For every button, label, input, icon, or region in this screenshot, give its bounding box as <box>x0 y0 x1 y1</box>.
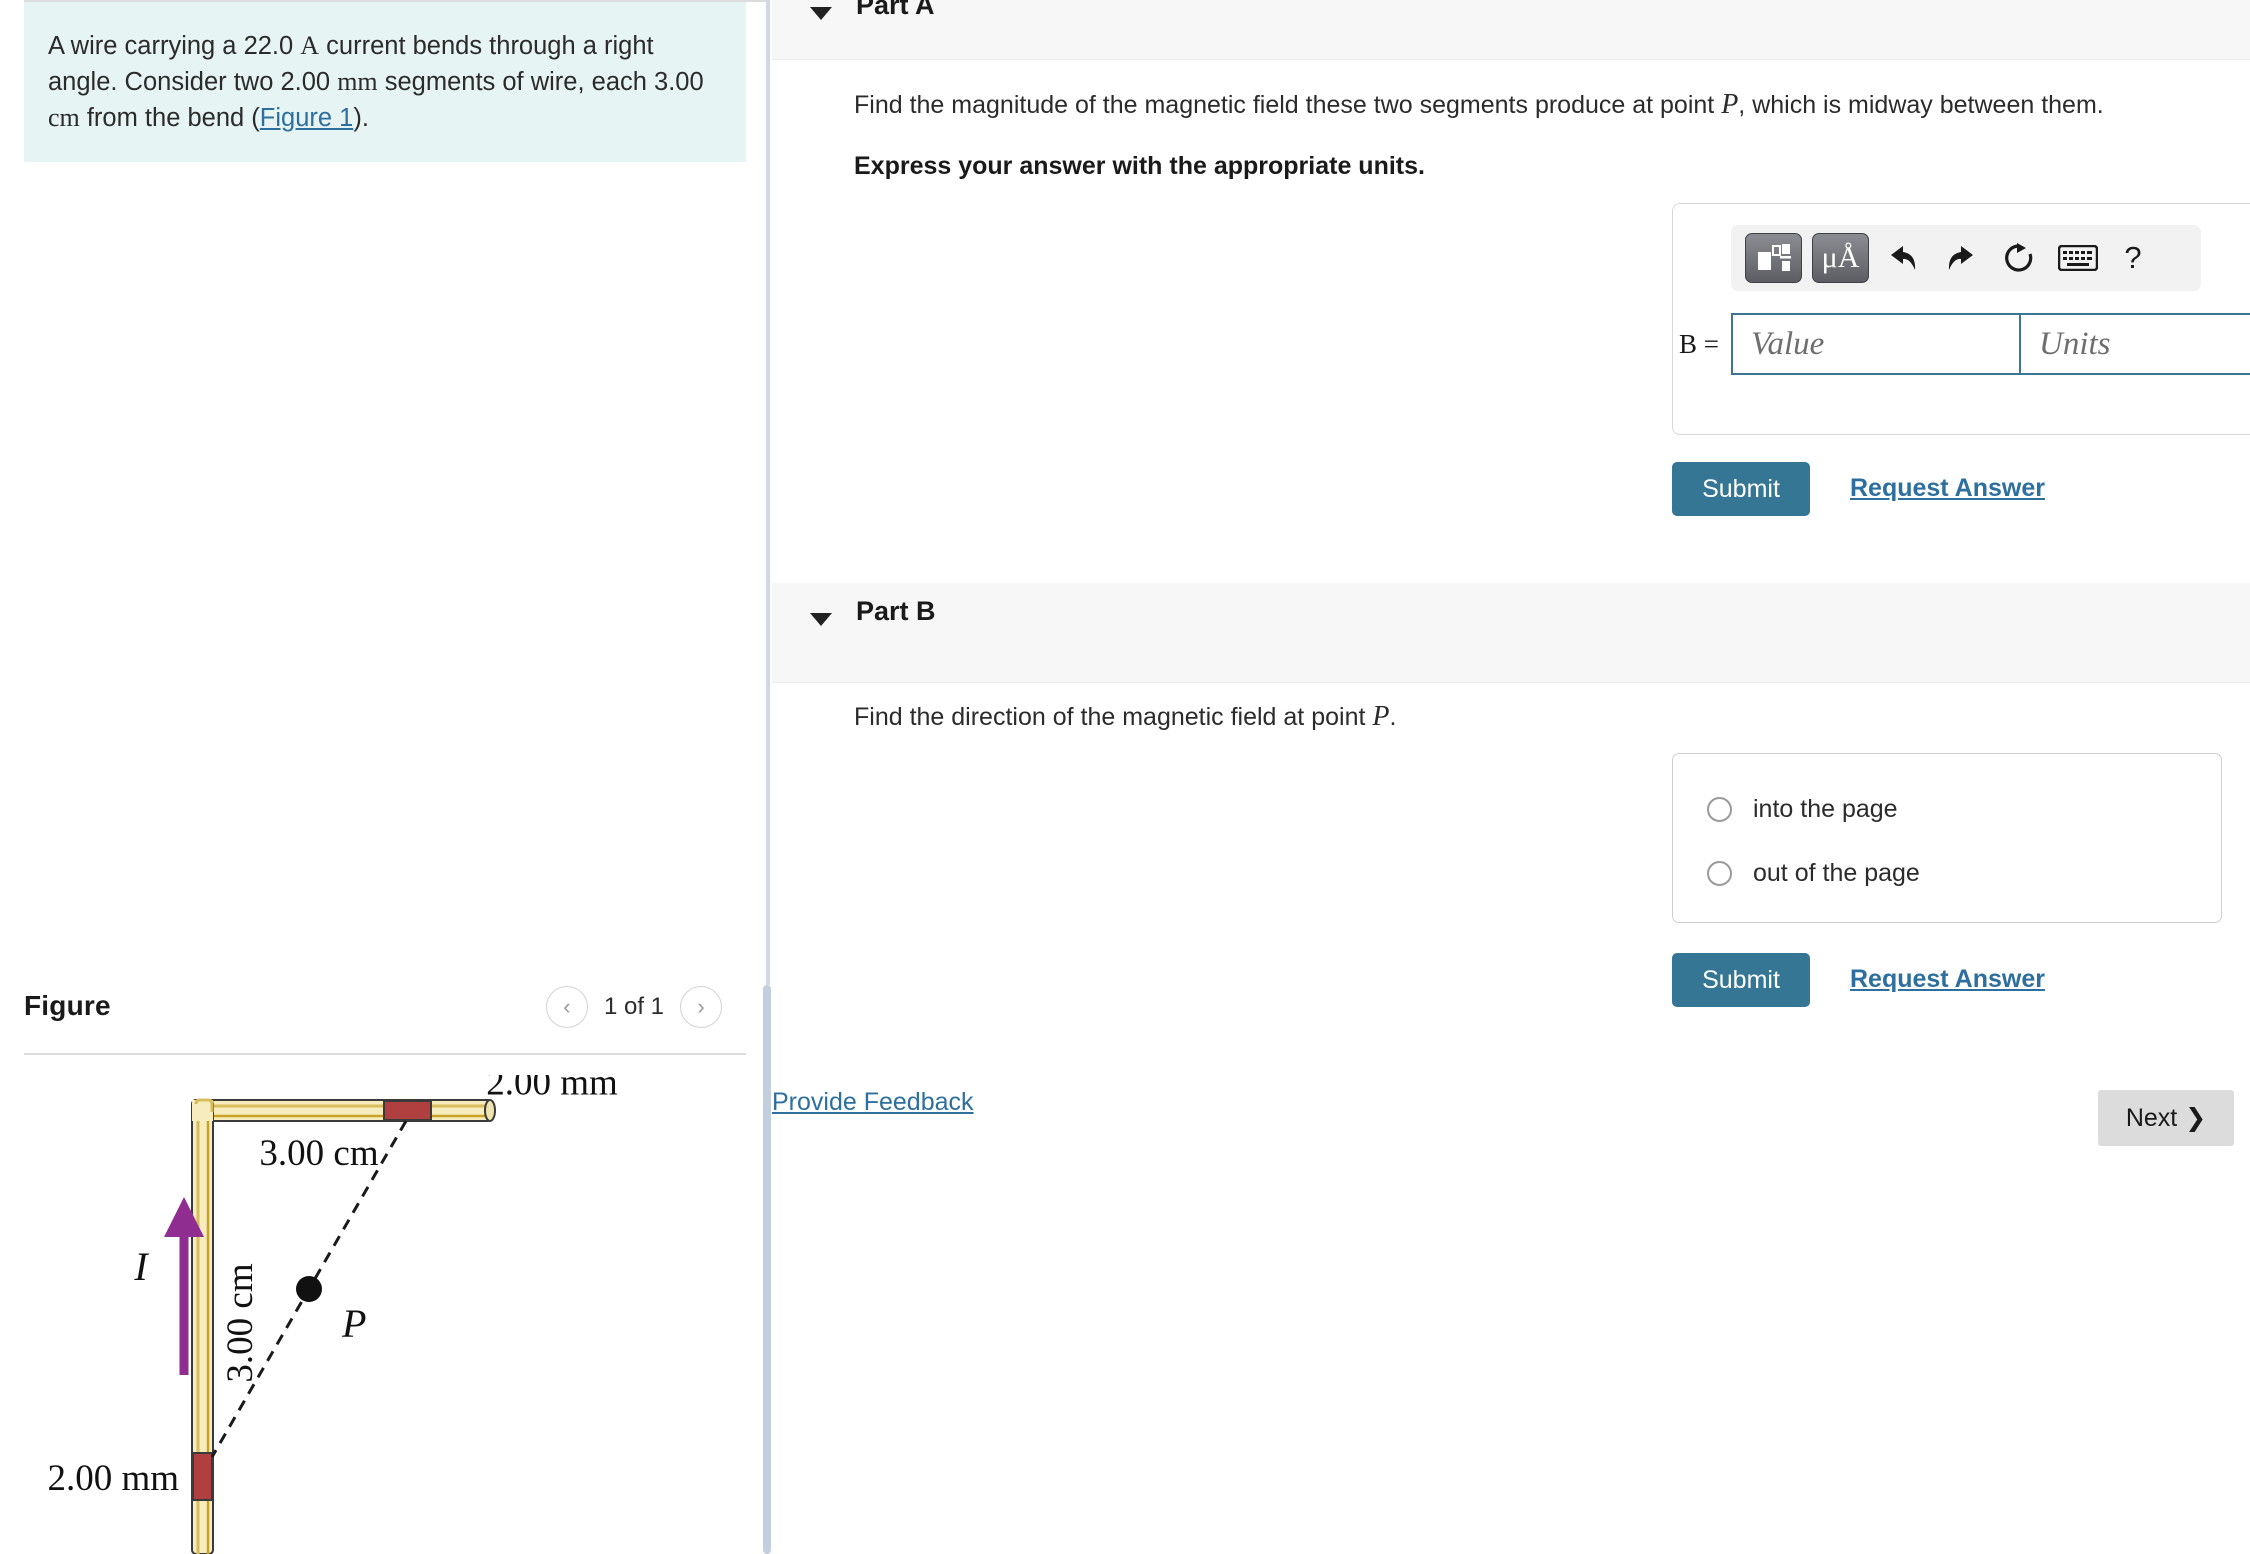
math-toolbar: μÅ ? <box>1731 225 2201 291</box>
part-a-question-var: P <box>1721 89 1739 120</box>
math-template-glyph <box>1757 244 1791 271</box>
label-point-P: P <box>341 1301 366 1346</box>
redo-arrow-icon[interactable] <box>1937 234 1985 282</box>
problem-statement-text: A wire carrying a 22.0 A current bends t… <box>48 28 720 136</box>
math-template-icon[interactable] <box>1745 233 1802 283</box>
question-mark-icon[interactable]: ? <box>2113 234 2153 282</box>
micro-angstrom-icon[interactable]: μÅ <box>1812 233 1869 283</box>
radio-button-icon[interactable] <box>1707 797 1732 822</box>
problem-text-segment-4: from the bend ( <box>79 104 260 132</box>
part-a-question-post: , which is midway between them. <box>1738 91 2104 119</box>
part-a-label: Part A <box>856 0 935 20</box>
choice-label: into the page <box>1753 795 1898 823</box>
part-a-question-pre: Find the magnitude of the magnetic field… <box>854 91 1722 119</box>
vertical-scrollbar-thumb[interactable] <box>763 985 771 1554</box>
radio-button-icon[interactable] <box>1707 861 1732 886</box>
part-b-request-answer-link[interactable]: Request Answer <box>1850 965 2045 994</box>
part-b-question: Find the direction of the magnetic field… <box>854 700 2184 734</box>
next-button[interactable]: Next ❯ <box>2098 1090 2234 1146</box>
equation-label: B = <box>1679 328 1719 359</box>
next-button-label: Next <box>2125 1103 2178 1132</box>
figure-header: Figure ‹ 1 of 1 › <box>24 980 746 1050</box>
label-horizontal-3cm: 3.00 cm <box>259 1133 378 1174</box>
micro-angstrom-label: μÅ <box>1821 241 1860 274</box>
left-panel: A wire carrying a 22.0 A current bends t… <box>0 0 768 1554</box>
part-a-submit-button[interactable]: Submit <box>1672 462 1810 516</box>
point-p-marker <box>296 1276 322 1302</box>
part-a-instruction: Express your answer with the appropriate… <box>854 152 1425 180</box>
units-input[interactable]: Units <box>2021 313 2250 375</box>
part-a-request-answer-link[interactable]: Request Answer <box>1850 474 2045 503</box>
figure-1-link[interactable]: Figure 1 <box>260 104 354 132</box>
figure-next-button[interactable]: › <box>680 986 722 1028</box>
figure-header-divider <box>24 1053 746 1055</box>
reset-circular-arrow-icon[interactable] <box>1995 234 2043 282</box>
wire-bend-diagram-svg: 2.00 mm 3.00 cm 3.00 cm I P 2.00 mm <box>47 1075 618 1554</box>
part-b-question-var: P <box>1372 701 1390 732</box>
label-top-2mm: 2.00 mm <box>486 1075 618 1104</box>
figure-pagination: ‹ 1 of 1 › <box>545 986 722 1028</box>
undo-arrow-icon[interactable] <box>1879 234 1927 282</box>
part-b-header[interactable]: Part B <box>772 583 2250 683</box>
unit-centimeter: cm <box>48 103 80 132</box>
page-root: A wire carrying a 22.0 A current bends t… <box>0 0 2250 1554</box>
choice-into-the-page[interactable]: into the page <box>1707 795 1898 824</box>
part-b-question-post: . <box>1389 703 1397 731</box>
part-b-question-pre: Find the direction of the magnetic field… <box>854 703 1373 731</box>
panel-divider <box>766 0 770 985</box>
problem-statement-box: A wire carrying a 22.0 A current bends t… <box>24 2 746 162</box>
caret-down-icon[interactable] <box>810 7 832 20</box>
unit-millimeter: mm <box>337 67 378 96</box>
highlighted-segment-bottom <box>192 1452 213 1501</box>
keyboard-icon[interactable] <box>2053 234 2103 282</box>
label-vertical-3cm: 3.00 cm <box>220 1263 261 1382</box>
answer-equation-row: B = Value Units <box>1672 313 2250 375</box>
highlighted-segment-top <box>383 1100 432 1121</box>
part-b-label: Part B <box>856 596 936 626</box>
chevron-right-icon: ❯ <box>2185 1104 2207 1132</box>
label-bottom-2mm: 2.00 mm <box>47 1458 179 1499</box>
problem-text-segment-1: A wire carrying a 22.0 <box>48 32 301 60</box>
figure-diagram: 2.00 mm 3.00 cm 3.00 cm I P 2.00 mm <box>24 1075 746 1554</box>
wire-horizontal-segment <box>191 1099 496 1122</box>
part-b-submit-button[interactable]: Submit <box>1672 953 1810 1007</box>
part-a-header[interactable]: Part A <box>772 0 2250 60</box>
right-panel: Part A Find the magnitude of the magneti… <box>772 0 2250 1554</box>
caret-down-icon[interactable] <box>810 613 832 626</box>
label-current-I: I <box>133 1244 149 1289</box>
choice-label: out of the page <box>1753 859 1920 887</box>
chevron-right-icon: › <box>697 994 705 1019</box>
part-a-question: Find the magnitude of the magnetic field… <box>854 88 2184 122</box>
provide-feedback-link[interactable]: Provide Feedback <box>772 1088 974 1117</box>
part-b-choices: into the page out of the page <box>1672 753 2222 923</box>
figure-counter: 1 of 1 <box>603 993 664 1020</box>
chevron-left-icon: ‹ <box>563 994 571 1019</box>
value-input[interactable]: Value <box>1731 313 2021 375</box>
choice-out-of-the-page[interactable]: out of the page <box>1707 859 1920 888</box>
problem-text-segment-5: ). <box>353 104 369 132</box>
unit-ampere: A <box>300 31 320 60</box>
problem-text-segment-3: segments of wire, each 3.00 <box>377 68 704 96</box>
figure-title: Figure <box>24 990 111 1021</box>
figure-prev-button[interactable]: ‹ <box>545 986 588 1028</box>
